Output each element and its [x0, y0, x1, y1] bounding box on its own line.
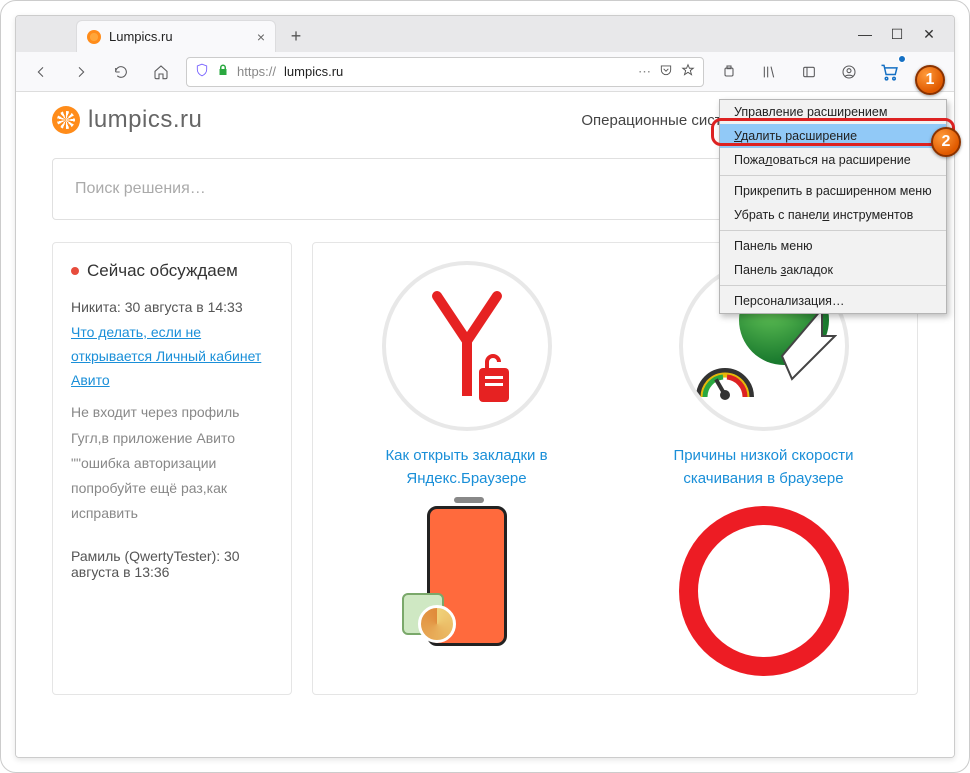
tab-strip: Lumpics.ru × + — ☐ ✕ [16, 16, 954, 52]
library-button[interactable] [754, 57, 784, 87]
toolbar: https:// lumpics.ru ⋯ [16, 52, 954, 92]
window-minimize-button[interactable]: — [858, 26, 872, 42]
back-button[interactable] [26, 57, 56, 87]
ctx-pin-overflow[interactable]: Прикрепить в расширенном меню [720, 179, 946, 203]
url-host: lumpics.ru [284, 64, 343, 79]
window-close-button[interactable]: ✕ [922, 26, 936, 43]
ctx-remove-from-toolbar[interactable]: Убрать с панели инструментов [720, 203, 946, 227]
new-tab-button[interactable]: + [282, 22, 310, 50]
tab-active[interactable]: Lumpics.ru × [76, 20, 276, 52]
ctx-customize[interactable]: Персонализация… [720, 289, 946, 313]
downloads-button[interactable] [714, 57, 744, 87]
site-logo-icon [52, 106, 80, 134]
tab-close-icon[interactable]: × [257, 29, 265, 45]
reload-button[interactable] [106, 57, 136, 87]
callout-1: 1 [915, 65, 945, 95]
search-placeholder: Поиск решения… [75, 180, 206, 198]
post2-meta: Рамиль (QwertyTester): 30 августа в 13:3… [71, 548, 273, 580]
article-card-4[interactable] [630, 506, 897, 676]
post1-meta: Никита: 30 августа в 14:33 [71, 299, 273, 315]
ctx-remove-extension[interactable]: Удалить расширение [720, 124, 946, 148]
card1-thumb [382, 261, 552, 431]
lock-icon [217, 64, 229, 79]
ctx-menu-bar[interactable]: Панель меню [720, 234, 946, 258]
sidebar-button[interactable] [794, 57, 824, 87]
sidebar-heading-text: Сейчас обсуждаем [87, 261, 238, 281]
ctx-separator [720, 230, 946, 231]
ctx-separator [720, 175, 946, 176]
ctx-report-extension[interactable]: Пожаловаться на расширение [720, 148, 946, 172]
post1-body: Не входит через профиль Гугл,в приложени… [71, 400, 273, 526]
home-button[interactable] [146, 57, 176, 87]
ctx-separator [720, 285, 946, 286]
bookmark-star-icon[interactable] [681, 63, 695, 80]
window-maximize-button[interactable]: ☐ [890, 26, 904, 43]
live-dot-icon [71, 267, 79, 275]
ctx-manage-extension[interactable]: Управление расширением [720, 100, 946, 124]
pocket-icon[interactable] [659, 63, 673, 80]
card4-thumb [679, 506, 849, 676]
extension-cart-button[interactable] [874, 57, 904, 87]
ctx-bookmarks-bar[interactable]: Панель закладок [720, 258, 946, 282]
article-card-1[interactable]: Как открыть закладки в Яндекс.Браузере [333, 261, 600, 490]
extension-context-menu: Управление расширением Удалить расширени… [719, 99, 947, 314]
card2-caption: Причины низкой скорости скачивания в бра… [654, 445, 874, 490]
url-bar[interactable]: https:// lumpics.ru ⋯ [186, 57, 704, 87]
card3-thumb [427, 506, 507, 646]
discussions-sidebar: Сейчас обсуждаем Никита: 30 августа в 14… [52, 242, 292, 695]
shield-icon [195, 63, 209, 80]
account-button[interactable] [834, 57, 864, 87]
site-name: lumpics.ru [88, 106, 202, 134]
tab-favicon [87, 30, 101, 44]
post1-link[interactable]: Что делать, если не открывается Личный к… [71, 321, 273, 392]
reader-icon[interactable]: ⋯ [638, 64, 651, 80]
window-controls: — ☐ ✕ [844, 16, 950, 52]
sidebar-heading: Сейчас обсуждаем [71, 261, 273, 281]
callout-2: 2 [931, 127, 961, 157]
tab-title: Lumpics.ru [109, 29, 173, 44]
url-protocol: https:// [237, 64, 276, 79]
article-card-3[interactable] [333, 506, 600, 676]
card1-caption: Как открыть закладки в Яндекс.Браузере [357, 445, 577, 490]
forward-button[interactable] [66, 57, 96, 87]
